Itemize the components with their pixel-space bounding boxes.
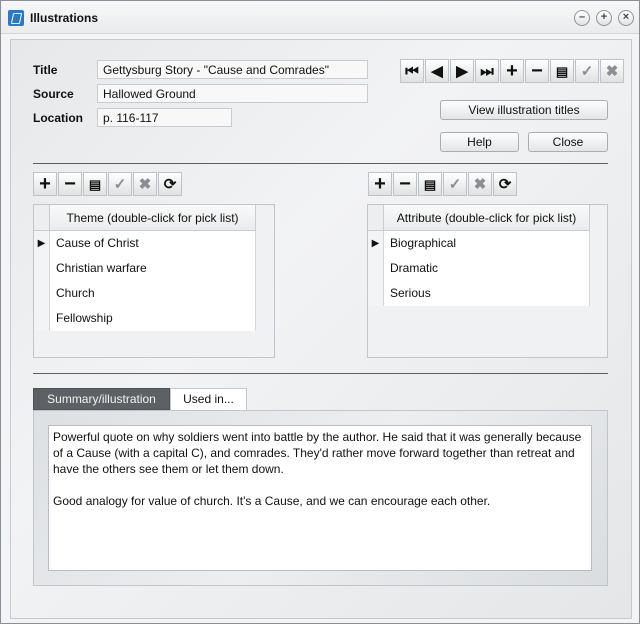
summary-textarea[interactable]: Powerful quote on why soldiers went into… <box>48 425 592 571</box>
source-field[interactable]: Hallowed Ground <box>97 84 368 103</box>
theme-toolbar: + − ▤ ✓ ✖ ⟳ <box>33 172 182 196</box>
help-button[interactable]: Help <box>440 132 519 152</box>
row-header <box>368 281 384 306</box>
theme-delete-icon[interactable]: − <box>58 172 82 196</box>
theme-grid-header[interactable]: Theme (double-click for pick list) <box>50 205 256 231</box>
next-record-icon[interactable]: ▶ <box>450 59 474 83</box>
table-row[interactable]: Dramatic <box>368 256 590 281</box>
delete-icon[interactable]: − <box>525 59 549 83</box>
row-header <box>34 256 50 281</box>
current-row-indicator-icon: ▶ <box>368 231 384 256</box>
theme-add-icon[interactable]: + <box>33 172 57 196</box>
row-header <box>34 306 50 331</box>
separator-top <box>33 163 608 164</box>
edit-icon[interactable]: ▤ <box>550 59 574 83</box>
theme-cell[interactable]: Church <box>50 281 256 306</box>
table-row[interactable]: Fellowship <box>34 306 256 331</box>
table-row[interactable]: Serious <box>368 281 590 306</box>
theme-cell[interactable]: Christian warfare <box>50 256 256 281</box>
window-title: Illustrations <box>30 11 99 25</box>
theme-grid[interactable]: Theme (double-click for pick list) ▶ Cau… <box>33 204 275 358</box>
post-icon[interactable]: ✓ <box>575 59 599 83</box>
attribute-grid-corner <box>368 205 384 231</box>
theme-grid-corner <box>34 205 50 231</box>
title-label: Title <box>33 63 58 77</box>
attribute-grid-header[interactable]: Attribute (double-click for pick list) <box>384 205 590 231</box>
theme-post-icon[interactable]: ✓ <box>108 172 132 196</box>
source-label: Source <box>33 87 74 101</box>
attribute-edit-icon[interactable]: ▤ <box>418 172 442 196</box>
attribute-delete-icon[interactable]: − <box>393 172 417 196</box>
first-record-icon[interactable]: ⏮ <box>400 59 424 83</box>
view-illustration-titles-button[interactable]: View illustration titles <box>440 100 608 120</box>
prev-record-icon[interactable]: ◀ <box>425 59 449 83</box>
close-button[interactable]: Close <box>528 132 608 152</box>
attribute-cell[interactable]: Dramatic <box>384 256 590 281</box>
title-bar[interactable]: Illustrations – + × <box>1 1 639 34</box>
current-row-indicator-icon: ▶ <box>34 231 50 256</box>
table-row[interactable]: ▶ Cause of Christ <box>34 231 256 256</box>
theme-edit-icon[interactable]: ▤ <box>83 172 107 196</box>
row-header <box>34 281 50 306</box>
illustrations-window: Illustrations – + × Title Gettysburg Sto… <box>0 0 640 624</box>
attribute-refresh-icon[interactable]: ⟳ <box>493 172 517 196</box>
table-row[interactable]: Christian warfare <box>34 256 256 281</box>
attribute-cell[interactable]: Serious <box>384 281 590 306</box>
maximize-icon[interactable]: + <box>596 10 612 26</box>
location-label: Location <box>33 111 83 125</box>
record-navigator: ⏮ ◀ ▶ ⏭ + − ▤ ✓ ✖ <box>400 59 624 83</box>
theme-cell[interactable]: Fellowship <box>50 306 256 331</box>
attribute-add-icon[interactable]: + <box>368 172 392 196</box>
theme-refresh-icon[interactable]: ⟳ <box>158 172 182 196</box>
app-icon <box>8 10 24 26</box>
add-icon[interactable]: + <box>500 59 524 83</box>
attribute-toolbar: + − ▤ ✓ ✖ ⟳ <box>368 172 517 196</box>
tab-used-in[interactable]: Used in... <box>170 388 247 410</box>
minimize-icon[interactable]: – <box>574 10 590 26</box>
tab-summary-illustration[interactable]: Summary/illustration <box>33 388 170 410</box>
close-window-icon[interactable]: × <box>618 10 634 26</box>
cancel-icon[interactable]: ✖ <box>600 59 624 83</box>
attribute-post-icon[interactable]: ✓ <box>443 172 467 196</box>
theme-cell[interactable]: Cause of Christ <box>50 231 256 256</box>
location-field[interactable]: p. 116-117 <box>97 108 232 127</box>
attribute-cell[interactable]: Biographical <box>384 231 590 256</box>
attribute-cancel-icon[interactable]: ✖ <box>468 172 492 196</box>
separator-bottom <box>33 373 608 374</box>
row-header <box>368 256 384 281</box>
title-field[interactable]: Gettysburg Story - "Cause and Comrades" <box>97 60 368 79</box>
last-record-icon[interactable]: ⏭ <box>475 59 499 83</box>
table-row[interactable]: Church <box>34 281 256 306</box>
theme-cancel-icon[interactable]: ✖ <box>133 172 157 196</box>
table-row[interactable]: ▶ Biographical <box>368 231 590 256</box>
attribute-grid[interactable]: Attribute (double-click for pick list) ▶… <box>367 204 608 358</box>
